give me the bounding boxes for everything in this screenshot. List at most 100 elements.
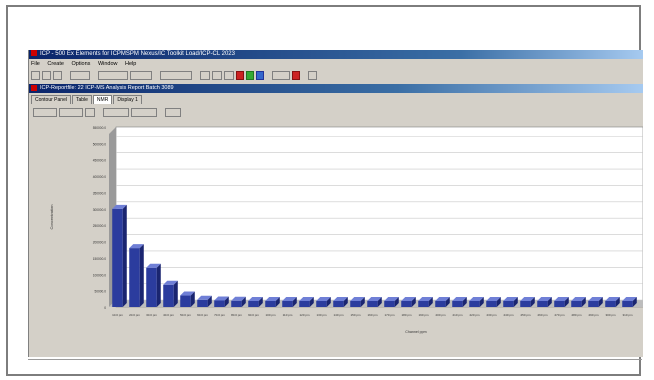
y-tick-label: 350000.0: [93, 191, 107, 195]
bar[interactable]: [316, 300, 327, 307]
bar[interactable]: [452, 300, 463, 307]
y-axis-label: Concentration: [49, 205, 54, 230]
calibrate-button[interactable]: [272, 71, 290, 80]
stop-icon[interactable]: [236, 71, 244, 80]
save-icon[interactable]: [53, 71, 62, 80]
report-icon: [31, 84, 37, 91]
bar[interactable]: [503, 300, 514, 307]
x-tick-label: 280 pm: [571, 313, 582, 317]
run-icon[interactable]: [246, 71, 254, 80]
main-title-bar[interactable]: ICP - 500 Ex Elements for ICPMSPM Nexus/…: [29, 50, 643, 59]
plot-background: [115, 126, 643, 308]
bar[interactable]: [622, 300, 633, 307]
bar[interactable]: [469, 300, 480, 307]
bar[interactable]: [520, 300, 531, 307]
chart-toolbar: [33, 107, 181, 118]
bar-side: [139, 244, 144, 307]
x-tick-label: 200 pm: [435, 313, 446, 317]
figure-frame: ICP - 500 Ex Elements for ICPMSPM Nexus/…: [6, 5, 643, 376]
bar[interactable]: [605, 300, 616, 307]
bar[interactable]: [214, 300, 225, 307]
y-tick-label: 550000.0: [93, 126, 107, 130]
bar[interactable]: [333, 300, 344, 307]
new-icon[interactable]: [31, 71, 40, 80]
x-tick-label: 30.0 pm: [146, 313, 157, 317]
open-icon[interactable]: [42, 71, 51, 80]
edit-tools-button[interactable]: [70, 71, 90, 80]
bar[interactable]: [231, 300, 242, 307]
menu-help[interactable]: Help: [125, 61, 136, 67]
chart-nav-buttons[interactable]: [33, 108, 57, 117]
bar[interactable]: [554, 300, 565, 307]
x-tick-label: 110 pm: [283, 313, 293, 317]
menu-window[interactable]: Window: [98, 61, 118, 67]
x-tick-label: 310 pm: [622, 313, 633, 317]
x-tick-label: 120 pm: [299, 313, 310, 317]
report-title-bar[interactable]: ICP-Reportfile: 22 ICP-MS Analysis Repor…: [29, 84, 643, 93]
bar-side: [156, 263, 161, 307]
chart-zoom-buttons[interactable]: [131, 108, 157, 117]
bar[interactable]: [282, 300, 293, 307]
menu-file[interactable]: File: [31, 61, 40, 67]
tab-table[interactable]: Table: [71, 95, 92, 104]
bar[interactable]: [418, 300, 429, 307]
view-tools-button[interactable]: [130, 71, 152, 80]
bar[interactable]: [367, 300, 378, 307]
tab-nmr[interactable]: NMR: [92, 95, 113, 104]
bar[interactable]: [163, 284, 174, 307]
bar-side: [122, 204, 127, 307]
refresh-icon[interactable]: [256, 71, 264, 80]
bar[interactable]: [180, 295, 191, 307]
x-tick-label: 260 pm: [537, 313, 548, 317]
bar[interactable]: [435, 300, 446, 307]
table-icon[interactable]: [212, 71, 222, 80]
alert-icon[interactable]: [292, 71, 300, 80]
menu-create[interactable]: Create: [47, 61, 64, 67]
bar[interactable]: [350, 300, 361, 307]
y-tick-label: 450000.0: [93, 159, 107, 163]
y-tick-label: 400000.0: [93, 175, 107, 179]
y-tick-label: 0: [104, 306, 106, 310]
chart-export-buttons[interactable]: [103, 108, 129, 117]
print-tools-button[interactable]: [98, 71, 128, 80]
bar[interactable]: [384, 300, 395, 307]
bar[interactable]: [571, 300, 582, 307]
chart-area: 0 50000.0 100000.0 150000.0 200000.0 250000.0…: [29, 119, 643, 357]
x-tick-label: 240 pm: [503, 313, 514, 317]
x-tick-label: 80.0 pm: [231, 313, 242, 317]
chart-help-button[interactable]: [165, 108, 181, 117]
caption-divider: [28, 359, 642, 360]
tab-contour-panel[interactable]: Contour Panel: [31, 95, 71, 104]
x-tick-label: 220 pm: [469, 313, 480, 317]
zoom-select[interactable]: [160, 71, 192, 80]
x-tick-label: 90.0 pm: [248, 313, 259, 317]
tab-display-1[interactable]: Display 1: [113, 95, 142, 104]
bar[interactable]: [299, 300, 310, 307]
x-tick-label: 40.0 pm: [163, 313, 174, 317]
bar[interactable]: [401, 300, 412, 307]
x-tick-label: 210 pm: [452, 313, 463, 317]
bar[interactable]: [486, 300, 497, 307]
x-tick-label: 180 pm: [401, 313, 412, 317]
bar-side: [173, 280, 178, 307]
bar[interactable]: [537, 300, 548, 307]
bar[interactable]: [197, 299, 208, 307]
menu-options[interactable]: Options: [71, 61, 90, 67]
bar[interactable]: [112, 208, 123, 307]
x-tick-label: 60.0 pm: [197, 313, 208, 317]
chart-type-buttons[interactable]: [59, 108, 83, 117]
x-tick-label: 150 pm: [350, 313, 361, 317]
help-icon[interactable]: [308, 71, 317, 80]
y-tick-label: 150000.0: [93, 257, 107, 261]
bar[interactable]: [248, 300, 259, 307]
x-tick-label: 170 pm: [384, 313, 395, 317]
chart-icon[interactable]: [224, 71, 234, 80]
chart-options-button[interactable]: [85, 108, 95, 117]
grid-icon[interactable]: [200, 71, 210, 80]
bar[interactable]: [146, 267, 157, 307]
main-window-title: ICP - 500 Ex Elements for ICPMSPM Nexus/…: [40, 51, 235, 57]
x-tick-label: 270 pm: [554, 313, 565, 317]
bar[interactable]: [129, 248, 140, 307]
bar[interactable]: [588, 300, 599, 307]
bar[interactable]: [265, 300, 276, 307]
